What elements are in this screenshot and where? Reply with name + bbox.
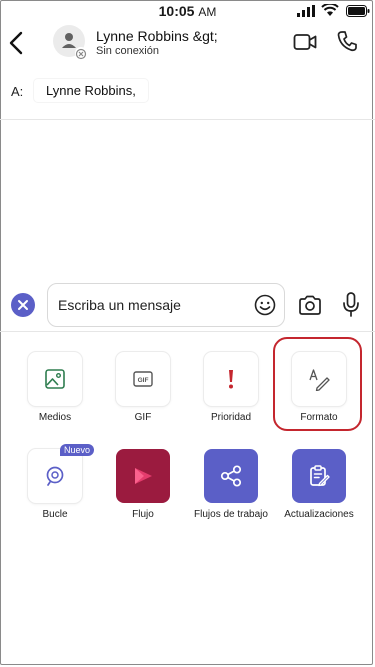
offline-presence-icon <box>75 47 87 60</box>
gif-action[interactable]: GIF GIF <box>98 352 188 432</box>
camera-icon[interactable] <box>298 294 322 316</box>
compose-bar <box>0 281 375 332</box>
stream-icon <box>135 468 152 484</box>
updates-icon <box>310 465 330 487</box>
signal-icon <box>297 5 315 17</box>
new-badge: Nuevo <box>60 444 95 456</box>
battery-icon <box>346 5 370 17</box>
contact-status: Sin conexión <box>96 45 159 57</box>
svg-text:GIF: GIF <box>138 377 149 384</box>
workflows-action-tile[interactable] <box>204 449 258 503</box>
format-highlight-outline <box>273 337 362 431</box>
updates-action-label: Actualizaciones <box>284 509 354 520</box>
media-action-tile[interactable] <box>28 352 82 406</box>
workflows-icon <box>220 465 242 487</box>
microphone-icon[interactable] <box>342 292 360 318</box>
close-extensions-button[interactable] <box>11 293 35 317</box>
recipient-chip[interactable]: Lynne Robbins, <box>34 79 148 102</box>
media-action[interactable]: Medios <box>10 352 100 432</box>
status-time: 10:05 AM <box>158 3 217 19</box>
recipient-row: A: Lynne Robbins, <box>0 79 375 120</box>
video-call-icon[interactable] <box>293 31 317 53</box>
gif-icon: GIF <box>133 371 153 387</box>
gif-action-tile[interactable]: GIF <box>116 352 170 406</box>
priority-action-tile[interactable] <box>204 352 258 406</box>
contact-name[interactable]: Lynne Robbins &gt; <box>96 28 218 44</box>
status-bar: 10:05 AM <box>0 0 375 22</box>
to-label: A: <box>11 84 24 99</box>
loop-action-tile[interactable] <box>28 449 82 503</box>
loop-action[interactable]: Bucle <box>10 449 100 529</box>
wifi-icon <box>321 4 339 16</box>
message-input[interactable] <box>58 284 248 326</box>
workflows-action[interactable]: Flujos de trabajo <box>186 449 276 529</box>
chat-header: Lynne Robbins &gt; Sin conexión <box>0 22 375 68</box>
loop-icon <box>46 466 64 486</box>
exclamation-icon <box>229 370 233 389</box>
updates-action[interactable]: Actualizaciones <box>274 449 364 529</box>
phone-call-icon[interactable] <box>337 30 357 52</box>
updates-action-tile[interactable] <box>292 449 346 503</box>
emoji-icon[interactable] <box>254 294 276 316</box>
priority-action[interactable]: Prioridad <box>186 352 276 432</box>
close-icon <box>18 300 28 310</box>
image-icon <box>45 369 65 389</box>
back-arrow-icon[interactable] <box>6 30 28 56</box>
stream-action-tile[interactable] <box>116 449 170 503</box>
avatar[interactable] <box>53 25 87 60</box>
message-input-box[interactable] <box>47 283 285 327</box>
stream-action[interactable]: Flujo <box>98 449 188 529</box>
